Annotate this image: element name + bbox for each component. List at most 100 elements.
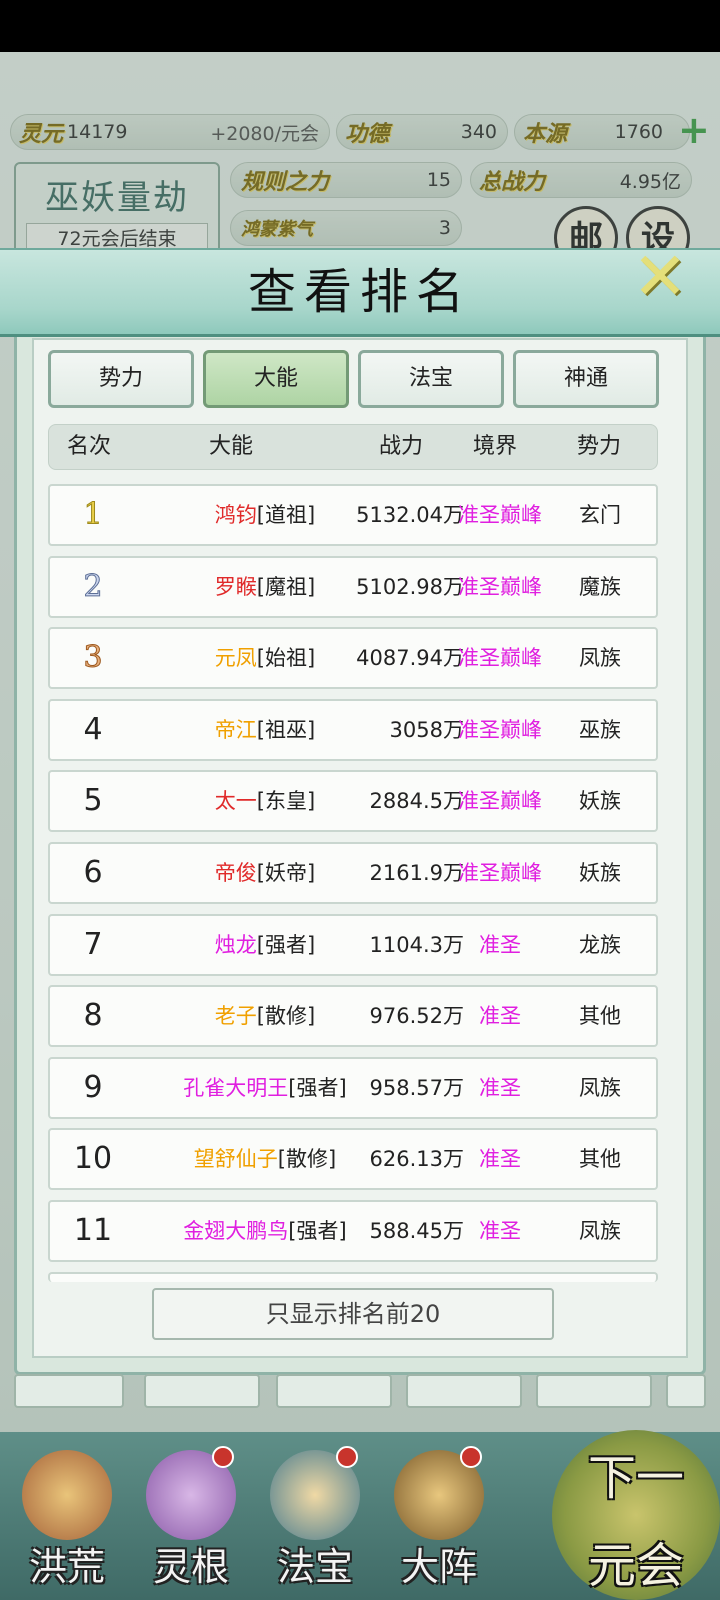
faction-cell: 妖族 [579, 789, 621, 814]
tab-daneng[interactable]: 大能 [203, 350, 349, 408]
table-row[interactable]: 1 鸿钧[道祖] 5132.04万 准圣巅峰 玄门 [48, 484, 658, 546]
rank-cell: 9 [83, 1069, 103, 1105]
next-yuanhui-button[interactable]: 下一 元会 [552, 1430, 720, 1600]
slot-bar [144, 1374, 260, 1408]
power-cell: 5132.04万 [356, 503, 464, 527]
rank-cell: 7 [83, 926, 103, 962]
tab-shentong[interactable]: 神通 [513, 350, 659, 408]
header-realm: 境界 [473, 434, 518, 459]
player-name: 望舒仙子 [193, 1147, 278, 1172]
nav-fabao[interactable]: 法宝 [260, 1440, 370, 1600]
table-row[interactable]: 3 元凤[始祖] 4087.94万 准圣巅峰 凤族 [48, 627, 658, 690]
close-icon[interactable]: ✕ [628, 244, 692, 310]
table-row[interactable]: 5 太一[东皇] 2884.5万 准圣巅峰 妖族 [48, 770, 658, 833]
rank-cell: 5 [83, 783, 103, 819]
power-cell: 2884.5万 [369, 789, 464, 814]
table-row[interactable]: 8 老子[散修] 976.52万 准圣 其他 [48, 985, 658, 1048]
power-cell: 3058万 [389, 717, 464, 742]
next-line2: 元会 [587, 1538, 684, 1594]
rank-cell: 3 [83, 640, 103, 676]
table-row[interactable]: 2 罗睺[魔祖] 5102.98万 准圣巅峰 魔族 [48, 555, 658, 618]
dialog-title: 查看排名 [247, 264, 472, 320]
player-name: 烛龙 [214, 932, 257, 957]
only-top20-button[interactable]: 只显示排名前20 [152, 1288, 554, 1340]
faction-cell: 凤族 [579, 646, 621, 671]
power-cell: 5102.98万 [356, 574, 464, 599]
realm-cell: 准圣 [479, 1075, 521, 1100]
next-line1: 下一 [587, 1450, 684, 1506]
faction-cell: 其他 [579, 1004, 621, 1029]
slot-bar [14, 1374, 124, 1408]
player-title: [始祖] [256, 646, 316, 671]
realm-cell: 准圣 [479, 1004, 521, 1029]
nav-label: 法宝 [276, 1545, 353, 1589]
nav-dazhen[interactable]: 大阵 [384, 1440, 494, 1600]
slot-bar [406, 1374, 522, 1408]
faction-cell: 龙族 [579, 932, 621, 957]
table-row[interactable]: 11 金翅大鹏鸟[强者] 588.45万 准圣 凤族 [48, 1200, 658, 1262]
player-name: 金翅大鹏鸟 [183, 1219, 289, 1243]
player-title: [强者] [288, 1075, 347, 1100]
header-rank: 名次 [67, 434, 112, 459]
realm-cell: 准圣 [479, 1219, 521, 1243]
faction-cell: 巫族 [579, 717, 621, 742]
slot-bar [276, 1374, 392, 1408]
player-title: [强者] [256, 932, 316, 957]
header-power: 战力 [379, 434, 424, 459]
nav-label: 大阵 [400, 1545, 477, 1589]
player-name: 元凤 [214, 646, 257, 671]
faction-cell: 玄门 [579, 503, 621, 527]
slot-bar [666, 1374, 706, 1408]
realm-cell: 准圣 [479, 932, 521, 957]
nav-honghuang[interactable]: 洪荒 [12, 1440, 122, 1600]
table-row[interactable]: 9 孔雀大明王[强者] 958.57万 准圣 凤族 [48, 1056, 658, 1119]
rank-cell: 8 [83, 998, 103, 1034]
tab-fabao[interactable]: 法宝 [358, 350, 504, 408]
realm-cell: 准圣巅峰 [458, 503, 542, 527]
table-row[interactable]: 4 帝江[祖巫] 3058万 准圣巅峰 巫族 [48, 698, 658, 761]
power-cell: 976.52万 [369, 1004, 464, 1029]
rank-cell: 10 [73, 1141, 113, 1177]
power-cell: 1104.3万 [369, 932, 464, 957]
rank-cell: 2 [83, 568, 103, 604]
power-cell: 958.57万 [369, 1075, 464, 1100]
table-row[interactable]: 7 烛龙[强者] 1104.3万 准圣 龙族 [48, 913, 658, 976]
player-title: [妖帝] [256, 861, 316, 885]
nav-linggen[interactable]: 灵根 [136, 1440, 246, 1600]
player-title: [散修] [256, 1004, 316, 1029]
faction-cell: 凤族 [579, 1075, 621, 1100]
power-cell: 4087.94万 [356, 646, 464, 671]
player-name: 孔雀大明王 [183, 1075, 289, 1100]
header-faction: 势力 [577, 434, 622, 459]
realm-cell: 准圣 [479, 1147, 521, 1172]
player-title: [魔祖] [256, 574, 316, 599]
header-name: 大能 [209, 434, 254, 459]
rank-cell: 1 [83, 497, 103, 533]
notification-dot [460, 1446, 482, 1468]
rank-cell: 11 [73, 1213, 113, 1248]
player-title: [强者] [288, 1219, 347, 1243]
faction-cell: 其他 [579, 1147, 621, 1172]
table-row[interactable]: 6 帝俊[妖帝] 2161.9万 准圣巅峰 妖族 [48, 842, 658, 904]
power-cell: 2161.9万 [369, 861, 464, 885]
faction-cell: 魔族 [579, 574, 621, 599]
player-name: 帝俊 [214, 861, 257, 885]
player-title: [道祖] [256, 503, 316, 527]
realm-cell: 准圣巅峰 [458, 574, 542, 599]
realm-cell: 准圣巅峰 [458, 861, 542, 885]
dialog-title-banner: 查看排名 [0, 248, 720, 337]
power-cell: 588.45万 [369, 1219, 464, 1243]
rank-cell: 4 [83, 711, 103, 747]
table-row[interactable]: 10 望舒仙子[散修] 626.13万 准圣 其他 [48, 1128, 658, 1191]
realm-cell: 准圣巅峰 [458, 717, 542, 742]
player-title: [东皇] [256, 789, 316, 814]
player-name: 老子 [214, 1004, 257, 1029]
player-name: 罗睺 [214, 574, 257, 599]
player-title: [散修] [277, 1147, 337, 1172]
player-name: 鸿钧 [214, 503, 257, 527]
tab-shili[interactable]: 势力 [48, 350, 194, 408]
status-bar [0, 0, 720, 52]
table-row[interactable] [48, 1271, 658, 1282]
realm-cell: 准圣巅峰 [458, 646, 542, 671]
realm-cell: 准圣巅峰 [458, 789, 542, 814]
